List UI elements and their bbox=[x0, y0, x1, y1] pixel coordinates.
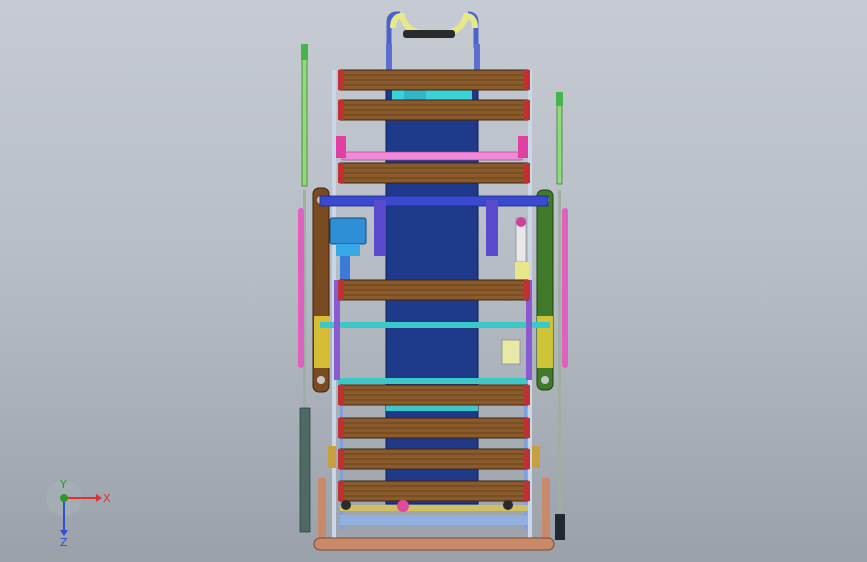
top-handle[interactable] bbox=[386, 11, 480, 74]
tread-5[interactable] bbox=[338, 384, 530, 406]
pink-upper-bar[interactable] bbox=[341, 151, 523, 161]
right-side-rail[interactable] bbox=[536, 189, 554, 391]
tread-4[interactable] bbox=[338, 279, 530, 301]
cyan-lower-bar[interactable] bbox=[338, 378, 528, 384]
tread-8[interactable] bbox=[338, 480, 530, 502]
blue-cross-bar[interactable] bbox=[319, 195, 549, 207]
x-axis-label: X bbox=[103, 492, 111, 505]
cad-3d-viewport[interactable]: X Y Z bbox=[0, 0, 867, 562]
tread-6[interactable] bbox=[338, 417, 530, 439]
right-pink-guard[interactable] bbox=[562, 208, 568, 368]
y-axis-arrow bbox=[60, 494, 68, 502]
cyan-middle-bar[interactable] bbox=[320, 322, 550, 328]
tread-1[interactable] bbox=[338, 69, 530, 91]
tread-2[interactable] bbox=[338, 99, 530, 121]
right-actuator[interactable] bbox=[515, 217, 529, 280]
stair-climber-assembly-model[interactable] bbox=[0, 0, 867, 562]
tread-3[interactable] bbox=[338, 162, 530, 184]
coordinate-triad: X Y Z bbox=[46, 478, 111, 548]
tread-7[interactable] bbox=[338, 448, 530, 470]
left-side-rail[interactable] bbox=[312, 187, 330, 393]
left-pink-guard[interactable] bbox=[298, 208, 304, 368]
z-axis-label: Z bbox=[60, 536, 68, 548]
y-axis-label: Y bbox=[59, 478, 67, 491]
